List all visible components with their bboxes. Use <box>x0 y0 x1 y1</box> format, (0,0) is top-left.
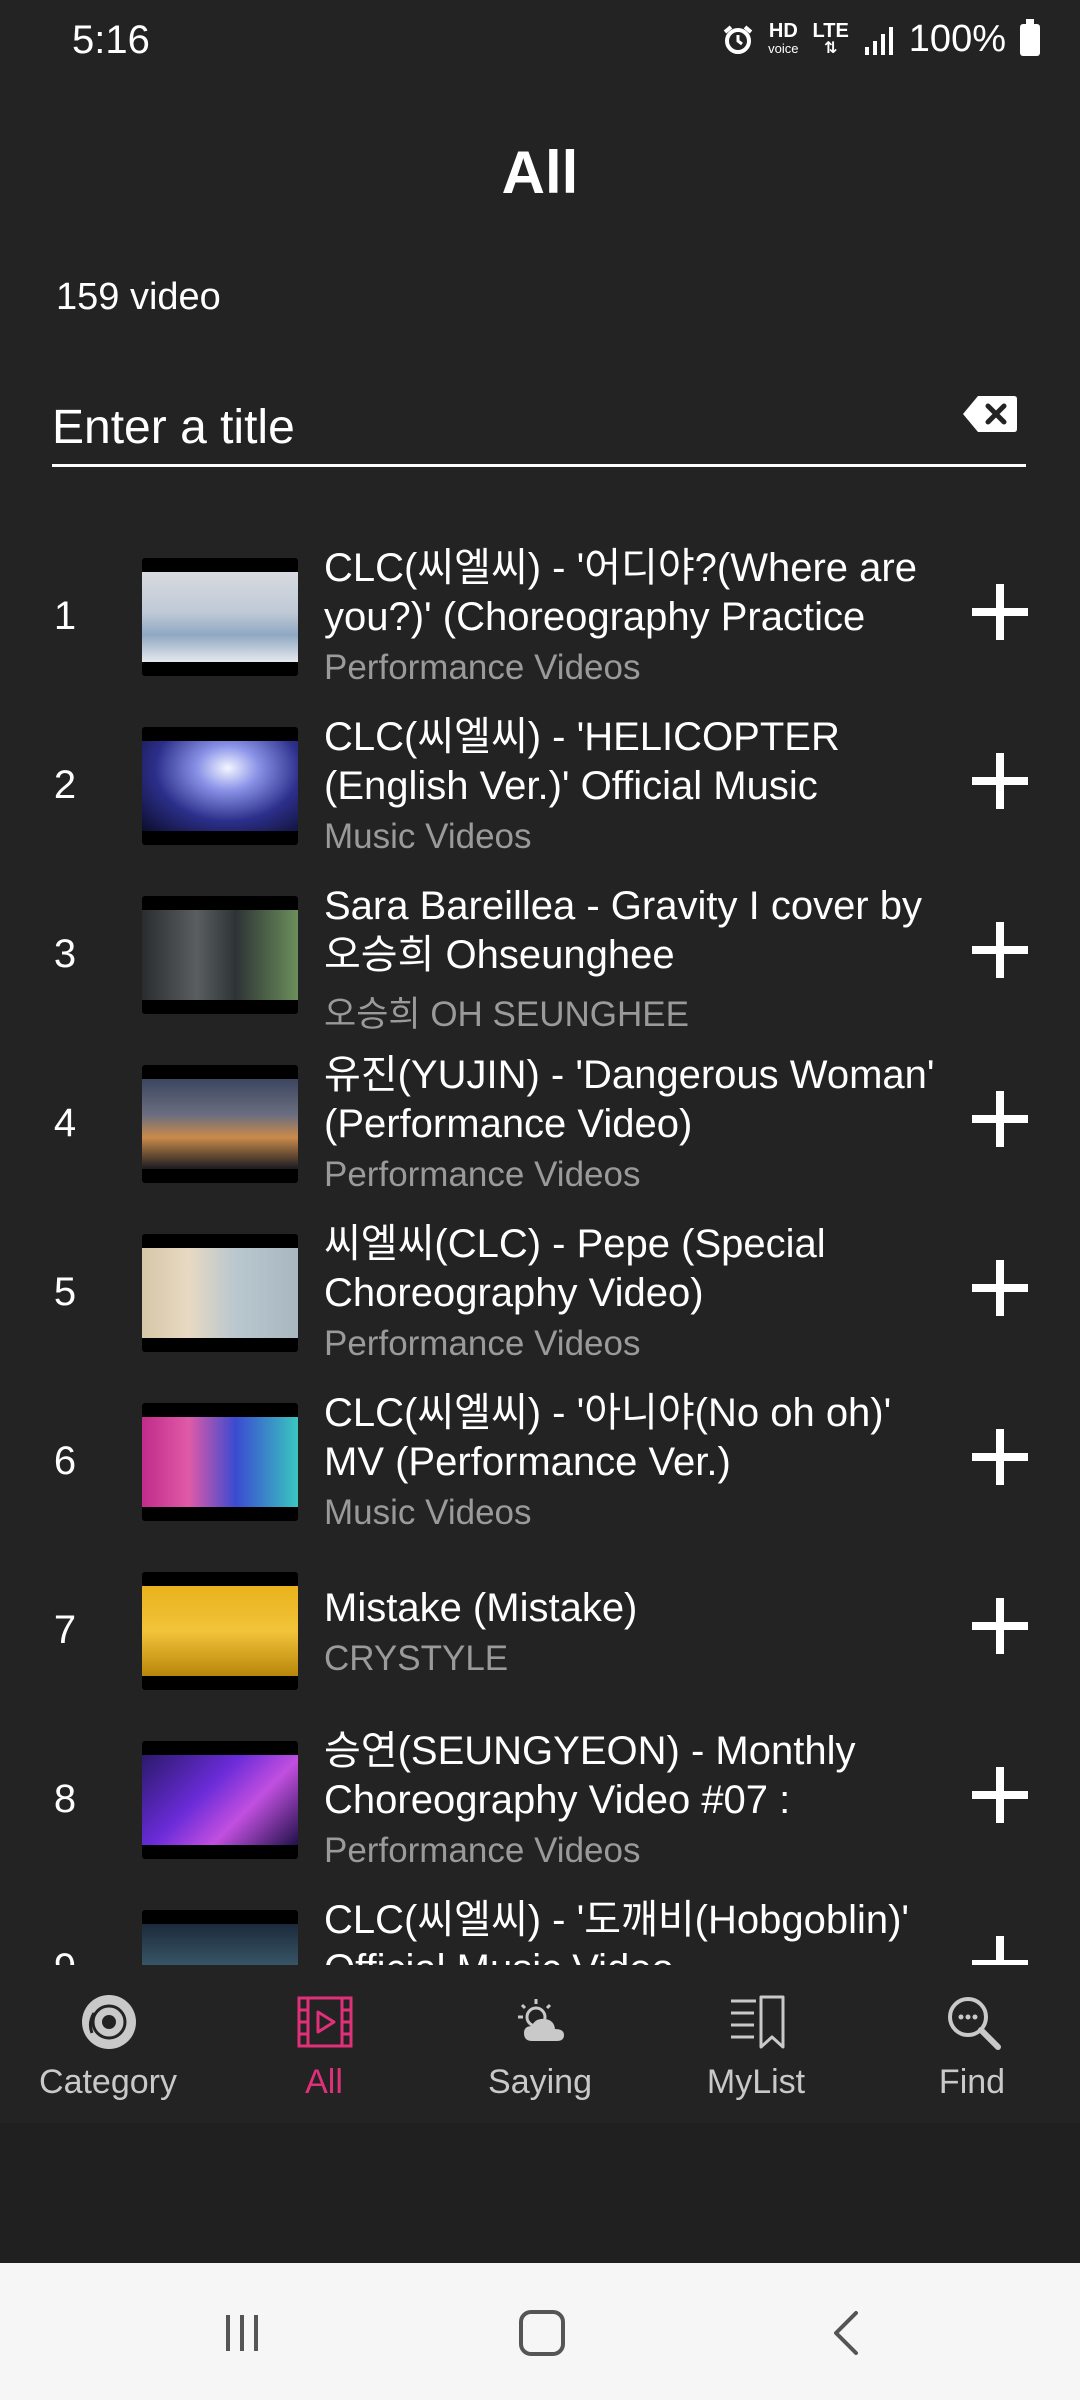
video-title: 유진(YUJIN) - 'Dangerous Woman' (Performan… <box>324 1053 935 1146</box>
video-row[interactable]: 7 Mistake (Mistake) CRYSTYLE <box>0 1544 1080 1713</box>
video-title: CLC(씨엘씨) - '도깨비(Hobgoblin)' Official Mus… <box>324 1898 910 1965</box>
recent-apps-icon[interactable] <box>220 2311 264 2355</box>
video-thumbnail[interactable] <box>142 1234 298 1352</box>
add-to-list-button[interactable] <box>972 1429 1028 1485</box>
battery-icon <box>1020 18 1040 56</box>
row-number: 4 <box>53 1101 77 1145</box>
nav-label: Saying <box>488 2063 592 2101</box>
video-channel: Music Videos <box>324 1493 532 1532</box>
video-thumbnail[interactable] <box>142 1741 298 1859</box>
row-number: 5 <box>53 1270 77 1314</box>
video-thumbnail[interactable] <box>142 896 298 1014</box>
voice-label: voice <box>768 40 799 56</box>
lte-icon: LTE ⇅ <box>812 19 849 57</box>
video-title: CLC(씨엘씨) - 'HELICOPTER (English Ver.)' O… <box>324 715 840 808</box>
nav-mylist[interactable]: MyList <box>648 1965 864 2123</box>
video-title: CLC(씨엘씨) - '어디야?(Where are you?)' (Chore… <box>324 546 917 639</box>
row-number: 2 <box>53 763 77 807</box>
search-field <box>52 392 1026 467</box>
row-number: 9 <box>40 1946 90 1965</box>
bottom-navigation: Category All Saying MyList Find <box>0 1965 1080 2123</box>
home-icon[interactable] <box>518 2309 566 2357</box>
video-title: 승연(SEUNGYEON) - Monthly Choreography Vid… <box>324 1729 856 1822</box>
row-number: 8 <box>53 1777 77 1821</box>
add-to-list-button[interactable] <box>972 1260 1028 1316</box>
add-to-list-button[interactable] <box>972 1936 1028 1965</box>
add-to-list-button[interactable] <box>972 1598 1028 1654</box>
alarm-icon <box>723 24 753 54</box>
status-time: 5:16 <box>72 18 150 62</box>
video-thumbnail[interactable] <box>142 1403 298 1521</box>
back-icon[interactable] <box>826 2309 866 2357</box>
video-channel: CRYSTYLE <box>324 1639 509 1678</box>
nav-label: Category <box>39 2063 177 2101</box>
battery-percent: 100% <box>908 18 1006 60</box>
video-row[interactable]: 9 CLC(씨엘씨) - '도깨비(Hobgoblin)' Official M… <box>0 1882 1080 1965</box>
add-to-list-button[interactable] <box>972 584 1028 640</box>
weather-icon <box>518 1999 564 2041</box>
nav-label: All <box>305 2063 343 2101</box>
nav-label: MyList <box>706 2063 806 2101</box>
search-icon <box>948 1997 1001 2050</box>
nav-all[interactable]: All <box>216 1965 432 2123</box>
lte-label: LTE <box>812 19 849 42</box>
video-thumbnail[interactable] <box>142 727 298 845</box>
video-channel: Music Videos <box>324 817 532 856</box>
video-thumbnail[interactable] <box>142 558 298 676</box>
nav-find[interactable]: Find <box>864 1965 1080 2123</box>
nav-label: Find <box>938 2063 1006 2101</box>
video-thumbnail[interactable] <box>142 1910 298 1965</box>
bookmark-list-icon <box>731 1995 785 2049</box>
video-list[interactable]: 1 CLC(씨엘씨) - '어디야?(Where are you?)' (Cho… <box>0 530 1080 1965</box>
status-bar: 5:16 HD voice LTE ⇅ 100% <box>0 0 1080 90</box>
video-channel: Performance Videos <box>324 1155 641 1194</box>
add-to-list-button[interactable] <box>972 1767 1028 1823</box>
video-icon <box>297 1996 353 2048</box>
video-channel: Performance Videos <box>324 648 641 687</box>
hd-voice-icon: HD voice <box>768 19 799 58</box>
clear-text-icon[interactable] <box>962 394 1018 434</box>
video-row[interactable]: 5 씨엘씨(CLC) - Pepe (Special Choreography … <box>0 1206 1080 1375</box>
hd-label: HD <box>768 19 798 42</box>
add-to-list-button[interactable] <box>972 922 1028 978</box>
video-count: 159 video <box>56 276 221 318</box>
row-number: 3 <box>53 932 77 976</box>
nav-category[interactable]: Category <box>0 1965 216 2123</box>
row-number: 1 <box>53 594 77 638</box>
video-channel: 오승희 OH SEUNGHEE <box>324 995 689 1034</box>
video-title: Sara Bareillea - Gravity I cover by 오승희 … <box>324 884 922 977</box>
video-thumbnail[interactable] <box>142 1065 298 1183</box>
row-number: 6 <box>53 1439 77 1483</box>
disc-icon <box>82 1995 136 2049</box>
video-title: 씨엘씨(CLC) - Pepe (Special Choreography Vi… <box>324 1222 826 1315</box>
video-row[interactable]: 6 CLC(씨엘씨) - '아니야(No oh oh)' MV (Perform… <box>0 1375 1080 1544</box>
video-channel: Performance Videos <box>324 1831 641 1870</box>
add-to-list-button[interactable] <box>972 1091 1028 1147</box>
video-row[interactable]: 3 Sara Bareillea - Gravity I cover by 오승… <box>0 868 1080 1037</box>
video-channel: Performance Videos <box>324 1324 641 1363</box>
signal-icon <box>864 26 893 55</box>
status-icons: HD voice LTE ⇅ 100% <box>722 18 1040 61</box>
video-row[interactable]: 4 유진(YUJIN) - 'Dangerous Woman' (Perform… <box>0 1037 1080 1206</box>
empty-area <box>0 2123 1080 2263</box>
video-title: Mistake (Mistake) <box>324 1586 638 1630</box>
page-title: All <box>501 139 579 206</box>
video-row[interactable]: 8 승연(SEUNGYEON) - Monthly Choreography V… <box>0 1713 1080 1882</box>
video-row[interactable]: 1 CLC(씨엘씨) - '어디야?(Where are you?)' (Cho… <box>0 530 1080 699</box>
row-number: 7 <box>53 1608 77 1652</box>
title-search-input[interactable] <box>52 392 932 462</box>
video-thumbnail[interactable] <box>142 1572 298 1690</box>
add-to-list-button[interactable] <box>972 753 1028 809</box>
video-row[interactable]: 2 CLC(씨엘씨) - 'HELICOPTER (English Ver.)'… <box>0 699 1080 868</box>
system-navigation-bar <box>0 2263 1080 2400</box>
video-title: CLC(씨엘씨) - '아니야(No oh oh)' MV (Performan… <box>324 1391 892 1484</box>
nav-saying[interactable]: Saying <box>432 1965 648 2123</box>
